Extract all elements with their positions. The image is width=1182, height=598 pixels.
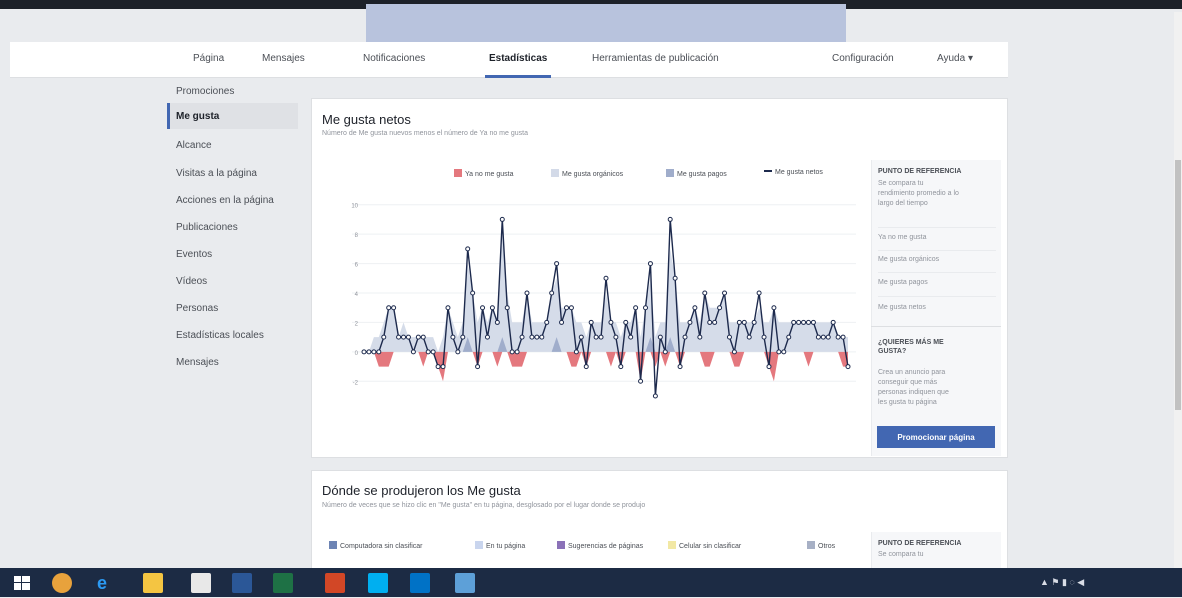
powerpoint-icon[interactable] [325,573,345,593]
card-subtitle: Número de Me gusta nuevos menos el númer… [322,130,528,137]
excel-icon[interactable] [273,573,293,593]
legend-swatch-unlikes [454,169,462,177]
legend-swatch [668,541,676,549]
tab-notificaciones-label: Notificaciones [363,53,426,64]
promo-desc-4: les gusta tu página [878,399,937,406]
benchmark-item-organic[interactable]: Me gusta orgánicos [878,256,939,263]
benchmark-item-net[interactable]: Me gusta netos [878,304,926,311]
card-title: Me gusta netos [322,112,411,127]
legend-swatch [807,541,815,549]
legend-computadora[interactable]: Computadora sin clasificar [329,541,422,550]
legend-net-label: Me gusta netos [775,169,823,176]
windows-logo-icon [14,576,30,590]
benchmark-divider [878,296,996,297]
promo-desc-1: Crea un anuncio para [878,369,946,376]
sidebar-item-mensajes[interactable]: Mensajes [176,357,219,368]
legend-swatch [475,541,483,549]
legend-unlikes[interactable]: Ya no me gusta [454,169,514,178]
legend-paid[interactable]: Me gusta pagos [666,169,727,178]
card2-benchmark-heading: PUNTO DE REFERENCIA [878,540,962,547]
card2-benchmark-desc: Se compara tu [878,551,924,558]
benchmark-divider [878,250,996,251]
legend-otros[interactable]: Otros [807,541,835,550]
tab-configuracion[interactable]: Configuración [832,53,894,64]
promo-heading-2: GUSTA? [878,348,907,355]
page-tab-bar: Página Mensajes Notificaciones Estadísti… [10,42,1008,78]
card2-title: Dónde se produjeron los Me gusta [322,483,521,498]
tab-herramientas[interactable]: Herramientas de publicación [592,53,719,64]
benchmark-divider [878,227,996,228]
sidebar-item-visitas[interactable]: Visitas a la página [176,168,257,179]
legend-organic-label: Me gusta orgánicos [562,171,624,178]
legend-label: Sugerencias de páginas [568,543,644,550]
app-icon[interactable] [455,573,475,593]
legend-net[interactable]: Me gusta netos [764,169,823,176]
legend-label: Otros [818,543,836,550]
windows-taskbar [0,568,1182,597]
legend-label: Computadora sin clasificar [340,543,423,550]
benchmark-item-paid[interactable]: Me gusta pagos [878,279,928,286]
legend-sugerencias[interactable]: Sugerencias de páginas [557,541,643,550]
tab-mensajes[interactable]: Mensajes [262,53,311,64]
benchmark-desc-2: rendimiento promedio a lo [878,190,959,197]
cover-photo-strip [366,4,846,42]
chrome-icon[interactable] [52,573,72,593]
calculator-icon[interactable] [191,573,211,593]
legend-organic[interactable]: Me gusta orgánicos [551,169,623,178]
sidebar-item-eventos[interactable]: Eventos [176,249,212,260]
legend-label: En tu página [486,543,526,550]
legend-swatch-organic [551,169,559,177]
promo-desc-2: conseguir que más [878,379,938,386]
skype-icon[interactable] [368,573,388,593]
benchmark-heading: PUNTO DE REFERENCIA [878,168,962,175]
card2-subtitle: Número de veces que se hizo clic en "Me … [322,502,646,509]
tab-notificaciones[interactable]: Notificaciones [363,53,431,64]
tray-icons[interactable]: ▲ ⚑ ▮ ◌ ◀ [1040,577,1084,588]
sidebar-item-promociones[interactable]: Promociones [176,86,234,97]
sidebar-item-me-gusta[interactable]: Me gusta [176,111,219,122]
benchmark-desc-3: largo del tiempo [878,200,928,207]
sidebar-item-videos[interactable]: Vídeos [176,276,207,287]
tab-estadisticas[interactable]: Estadísticas [484,53,552,78]
internet-explorer-icon[interactable]: e [92,573,112,593]
card2-benchmark-panel [871,532,1001,568]
panel-divider [871,326,1001,327]
promote-page-button[interactable]: Promocionar página [877,426,995,448]
sidebar-item-estadisticas-locales[interactable]: Estadísticas locales [176,330,264,341]
legend-swatch-paid [666,169,674,177]
legend-celular[interactable]: Celular sin clasificar [668,541,741,550]
legend-swatch [557,541,565,549]
promo-desc-3: personas indiquen que [878,389,949,396]
tab-ayuda[interactable]: Ayuda ▾ [937,53,973,64]
file-explorer-icon[interactable] [143,573,163,593]
start-button[interactable] [12,573,32,593]
legend-label: Celular sin clasificar [679,543,742,550]
benchmark-divider [878,272,996,273]
legend-en-tu-pagina[interactable]: En tu página [475,541,525,550]
tab-pagina[interactable]: Página [193,53,224,64]
word-icon[interactable] [232,573,252,593]
scrollbar-thumb[interactable] [1175,160,1181,410]
legend-swatch [329,541,337,549]
outlook-icon[interactable] [410,573,430,593]
legend-swatch-net [764,170,772,172]
legend-paid-label: Me gusta pagos [677,171,727,178]
legend-unlikes-label: Ya no me gusta [465,171,514,178]
sidebar-item-alcance[interactable]: Alcance [176,140,212,151]
sidebar-item-publicaciones[interactable]: Publicaciones [176,222,238,233]
sidebar-item-acciones[interactable]: Acciones en la página [176,195,274,206]
tab-mensajes-label: Mensajes [262,53,305,64]
benchmark-desc-1: Se compara tu [878,180,924,187]
promo-heading-1: ¿QUIERES MÁS ME [878,339,944,346]
benchmark-item-unlikes[interactable]: Ya no me gusta [878,234,927,241]
sidebar-item-personas[interactable]: Personas [176,303,218,314]
